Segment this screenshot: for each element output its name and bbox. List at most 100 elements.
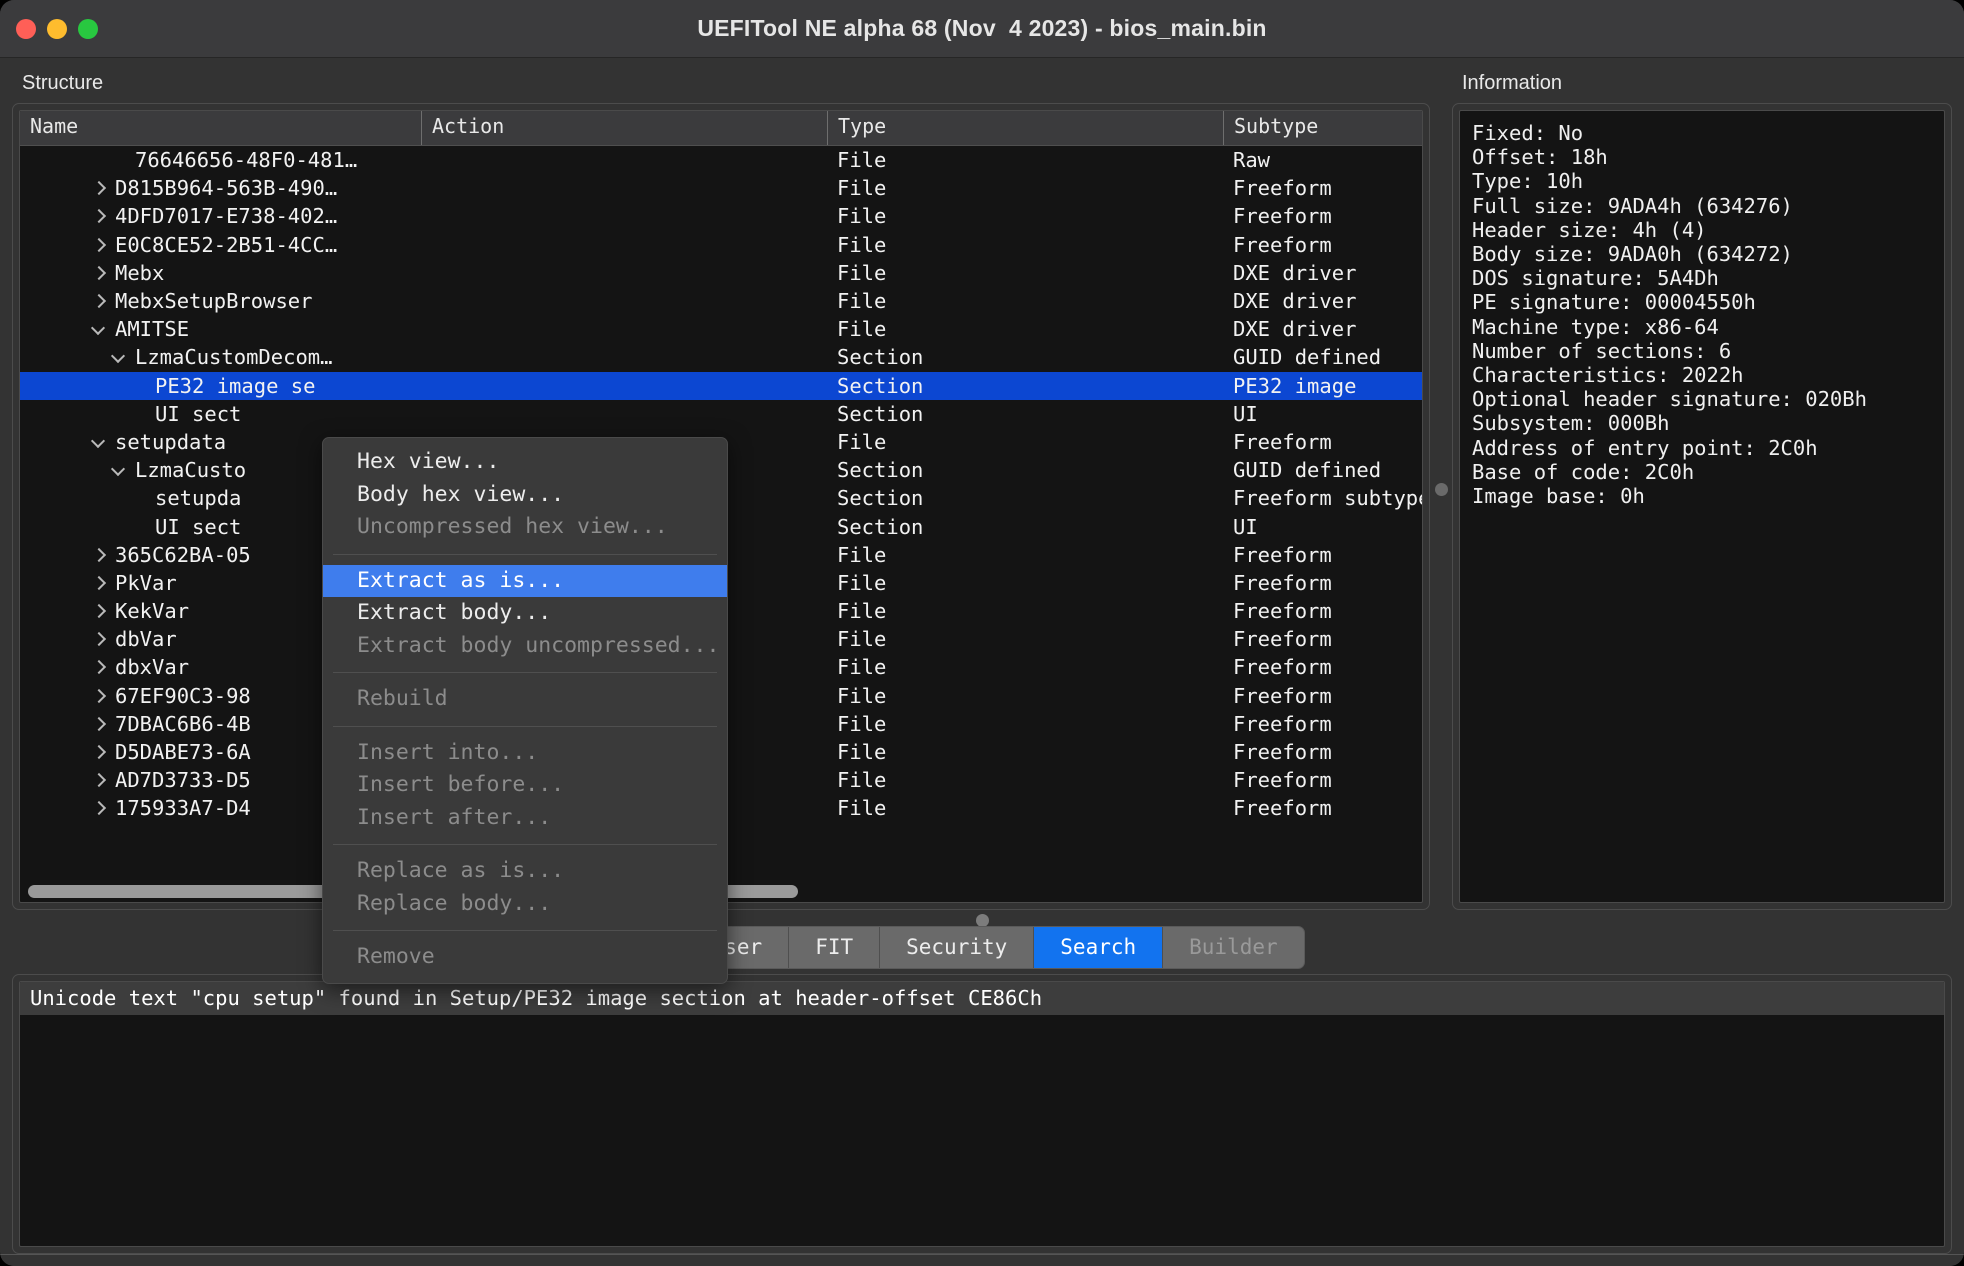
status-bar <box>0 1254 1964 1266</box>
chevron-right-icon[interactable] <box>90 292 108 310</box>
chevron-right-icon[interactable] <box>90 602 108 620</box>
vertical-splitter[interactable] <box>1430 68 1452 910</box>
cell-name: 76646656-48F0-481… <box>20 148 421 172</box>
information-text[interactable]: Fixed: No Offset: 18h Type: 10h Full size: … <box>1459 110 1945 903</box>
chevron-right-icon[interactable] <box>90 687 108 705</box>
cell-subtype: Freeform <box>1233 711 1332 736</box>
cell-subtype: Freeform <box>1233 683 1332 708</box>
top-panes: Structure Name Action Type Subtype 76646… <box>0 58 1964 910</box>
window-controls <box>16 18 98 39</box>
cell-type: Section <box>837 345 924 370</box>
chevron-down-icon[interactable] <box>110 348 128 366</box>
table-row[interactable]: LzmaCustomDecom… Section GUID defined <box>20 343 1422 371</box>
menu-item-insert-into: Insert into... <box>357 739 539 765</box>
information-line: Subsystem: 000Bh <box>1472 411 1670 436</box>
cell-name-label: 4DFD7017-E738-402… <box>115 204 338 229</box>
information-groupbox: Fixed: No Offset: 18h Type: 10h Full size: … <box>1452 103 1952 910</box>
context-menu[interactable]: Hex view... Body hex view... Uncompressed … <box>322 437 728 984</box>
tab-builder: Builder <box>1163 927 1304 969</box>
chevron-right-icon[interactable] <box>90 574 108 592</box>
cell-subtype: Freeform <box>1233 204 1332 229</box>
cell-subtype: Freeform <box>1233 627 1332 652</box>
cell-name-label: 365C62BA-05 <box>115 542 251 567</box>
chevron-right-icon[interactable] <box>90 264 108 282</box>
table-row[interactable]: 4DFD7017-E738-402… File Freeform <box>20 202 1422 230</box>
cell-subtype: Freeform subtype <box>1233 486 1422 511</box>
menu-item-extract-as-is[interactable]: Extract as is... <box>323 564 727 598</box>
cell-type: File <box>837 768 887 793</box>
chevron-right-icon[interactable] <box>90 799 108 817</box>
table-row[interactable]: PE32 image se Section PE32 image <box>20 371 1422 400</box>
information-line: Base of code: 2C0h <box>1472 459 1695 484</box>
menu-separator <box>333 672 717 674</box>
chevron-right-icon[interactable] <box>90 546 108 564</box>
column-header-type[interactable]: Type <box>827 111 1223 145</box>
cell-name-label: PE32 image se <box>155 373 316 398</box>
menu-item-body-hex-view[interactable]: Body hex view... <box>323 479 727 512</box>
tree-header: Name Action Type Subtype <box>20 111 1422 146</box>
chevron-right-icon[interactable] <box>90 236 108 254</box>
information-label: Information <box>1462 72 1563 94</box>
chevron-right-icon[interactable] <box>90 771 108 789</box>
cell-name-label: LzmaCustomDecom… <box>135 345 333 370</box>
column-header-action[interactable]: Action <box>421 111 827 145</box>
cell-name-label: MebxSetupBrowser <box>115 289 313 314</box>
table-row[interactable]: Mebx File DXE driver <box>20 259 1422 287</box>
chevron-right-icon[interactable] <box>90 658 108 676</box>
information-line: Header size: 4h (4) <box>1472 217 1707 242</box>
cell-subtype: Freeform <box>1233 429 1332 454</box>
cell-subtype: Raw <box>1233 148 1271 173</box>
cell-type: Section <box>837 458 924 483</box>
window-title: UEFITool NE alpha 68 (Nov 4 2023) - bios… <box>697 15 1267 41</box>
no-chevron-icon <box>130 489 148 507</box>
chevron-down-icon[interactable] <box>90 433 108 451</box>
window-content: Structure Name Action Type Subtype 76646… <box>0 58 1964 1266</box>
chevron-right-icon[interactable] <box>90 207 108 225</box>
chevron-down-icon[interactable] <box>90 320 108 338</box>
chevron-right-icon[interactable] <box>90 743 108 761</box>
zoom-button[interactable] <box>78 18 98 39</box>
chevron-down-icon[interactable] <box>110 461 128 479</box>
cell-name: E0C8CE52-2B51-4CC… <box>20 233 421 257</box>
tab-search[interactable]: Search <box>1034 927 1164 969</box>
minimize-button[interactable] <box>47 18 67 39</box>
menu-item-extract-body-uncompressed: Extract body uncompressed... <box>357 632 720 658</box>
column-header-subtype[interactable]: Subtype <box>1223 111 1422 145</box>
cell-name: MebxSetupBrowser <box>20 289 421 313</box>
chevron-right-icon[interactable] <box>90 630 108 648</box>
cell-type: File <box>837 429 887 454</box>
menu-item-uncompressed-hex-view: Uncompressed hex view... <box>357 514 668 540</box>
cell-name: Mebx <box>20 261 421 285</box>
menu-item-extract-body[interactable]: Extract body... <box>323 597 727 630</box>
table-row[interactable]: E0C8CE52-2B51-4CC… File Freeform <box>20 231 1422 259</box>
table-row[interactable]: D815B964-563B-490… File Freeform <box>20 174 1422 202</box>
cell-subtype: UI <box>1233 514 1258 539</box>
cell-type: File <box>837 711 887 736</box>
splitter-grip-icon <box>1434 482 1448 496</box>
search-results-list[interactable]: Unicode text "cpu setup" found in Setup/… <box>19 981 1945 1247</box>
information-line: Address of entry point: 2C0h <box>1472 435 1818 460</box>
table-row[interactable]: UI sect Section UI <box>20 400 1422 428</box>
cell-type: File <box>837 570 887 595</box>
cell-name: LzmaCustomDecom… <box>20 345 421 369</box>
table-row[interactable]: AMITSE File DXE driver <box>20 315 1422 343</box>
menu-item-replace-as-is: Replace as is... <box>357 858 565 884</box>
hsplitter-grip-icon <box>975 913 989 927</box>
no-chevron-icon <box>130 518 148 536</box>
cell-name-label: PkVar <box>115 570 177 595</box>
search-result-item[interactable]: Unicode text "cpu setup" found in Setup/… <box>20 982 1944 1015</box>
cell-name-label: 175933A7-D4 <box>115 796 251 821</box>
chevron-right-icon[interactable] <box>90 179 108 197</box>
tab-security[interactable]: Security <box>880 927 1035 969</box>
cell-name-label: D5DABE73-6A <box>115 740 251 765</box>
tab-fit[interactable]: FIT <box>789 927 881 969</box>
column-header-name[interactable]: Name <box>20 111 421 145</box>
table-row[interactable]: MebxSetupBrowser File DXE driver <box>20 287 1422 315</box>
menu-item-replace-body: Replace body... <box>357 890 552 916</box>
table-row[interactable]: 76646656-48F0-481… File Raw <box>20 146 1422 174</box>
close-button[interactable] <box>16 18 36 39</box>
menu-item-hex-view[interactable]: Hex view... <box>323 446 727 479</box>
chevron-right-icon[interactable] <box>90 715 108 733</box>
information-line: PE signature: 00004550h <box>1472 290 1756 315</box>
cell-type: File <box>837 740 887 765</box>
